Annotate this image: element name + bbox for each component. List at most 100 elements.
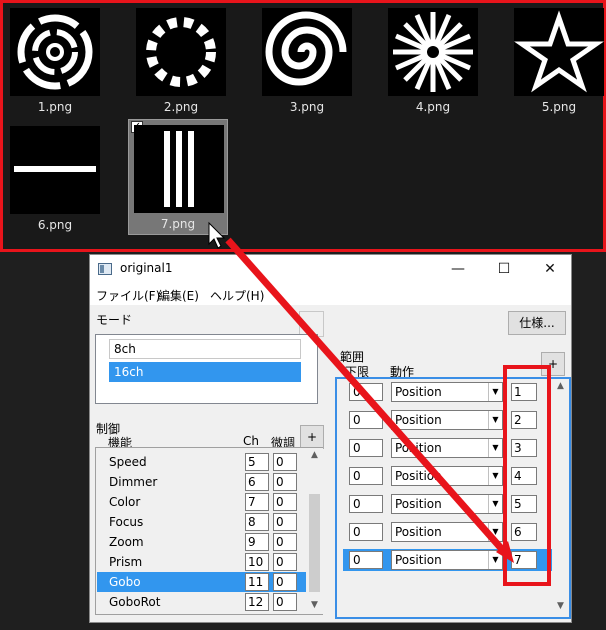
action-value: Position xyxy=(395,413,442,427)
thumbnail-6[interactable]: 6.png xyxy=(5,121,105,237)
scroll-down-icon[interactable]: ▼ xyxy=(552,601,569,611)
action-value: Position xyxy=(395,385,442,399)
chevron-down-icon[interactable]: ▼ xyxy=(488,551,502,569)
control-row[interactable]: Dimmer 6 0 xyxy=(97,472,307,492)
chevron-down-icon[interactable]: ▼ xyxy=(488,439,502,457)
control-fine-input[interactable]: 0 xyxy=(273,493,297,511)
range-low-input[interactable]: 0 xyxy=(349,523,383,541)
chevron-down-icon[interactable]: ▼ xyxy=(488,383,502,401)
scroll-thumb[interactable] xyxy=(309,494,320,592)
control-ch-input[interactable]: 12 xyxy=(245,593,269,611)
control-name: Dimmer xyxy=(109,475,158,489)
action-select[interactable]: Position ▼ xyxy=(391,550,503,570)
thumbnail-2[interactable]: 2.png xyxy=(131,3,231,119)
range-low-input[interactable]: 0 xyxy=(349,383,383,401)
thumbnail-label: 6.png xyxy=(37,218,73,232)
dotted-ring-gobo-icon xyxy=(136,8,226,96)
highlight-box xyxy=(503,365,551,586)
control-fine-input[interactable]: 0 xyxy=(273,533,297,551)
control-ch-input[interactable]: 6 xyxy=(245,473,269,491)
range-low-input[interactable]: 0 xyxy=(349,467,383,485)
action-select[interactable]: Position ▼ xyxy=(391,410,503,430)
menu-edit[interactable]: 編集(E) xyxy=(158,287,199,304)
control-fine-input[interactable]: 0 xyxy=(273,573,297,591)
close-button[interactable]: ✕ xyxy=(527,255,573,283)
control-fine-input[interactable]: 0 xyxy=(273,453,297,471)
star-gobo-icon xyxy=(514,8,604,96)
control-ch-input[interactable]: 8 xyxy=(245,513,269,531)
mode-item-16ch[interactable]: 16ch xyxy=(109,362,301,382)
control-name: Focus xyxy=(109,515,144,529)
mode-item-8ch[interactable]: 8ch xyxy=(109,339,301,359)
action-value: Position xyxy=(395,497,442,511)
control-list[interactable]: Speed 5 0 Dimmer 6 0 Color 7 0 Focus 8 0 Zoom 9 0 Prism… xyxy=(95,447,323,615)
file-explorer-panel: 1.png 2.png 3.png 4.png 5.png 6.png 7.pn… xyxy=(0,0,606,252)
three-vertical-bars-gobo-icon xyxy=(134,125,224,213)
control-scrollbar[interactable]: ▲ ▼ xyxy=(306,448,323,614)
control-ch-input[interactable]: 7 xyxy=(245,493,269,511)
minimize-button[interactable]: — xyxy=(435,255,481,283)
control-ch-input[interactable]: 10 xyxy=(245,553,269,571)
scroll-down-icon[interactable]: ▼ xyxy=(306,600,323,610)
control-name: GoboRot xyxy=(109,595,161,609)
control-add-button[interactable]: + xyxy=(300,425,324,449)
horizontal-line-gobo-icon xyxy=(10,126,100,214)
action-select[interactable]: Position ▼ xyxy=(391,466,503,486)
action-select[interactable]: Position ▼ xyxy=(391,382,503,402)
action-select[interactable]: Position ▼ xyxy=(391,494,503,514)
window-title: original1 xyxy=(120,261,173,275)
thumbnail-1[interactable]: 1.png xyxy=(5,3,105,119)
control-name: Speed xyxy=(109,455,147,469)
chevron-down-icon[interactable]: ▼ xyxy=(488,467,502,485)
maximize-button[interactable]: ☐ xyxy=(481,255,527,283)
control-row[interactable]: GoboRot 12 0 xyxy=(97,592,307,612)
control-fine-input[interactable]: 0 xyxy=(273,513,297,531)
app-icon xyxy=(98,263,112,275)
control-fine-input[interactable]: 0 xyxy=(273,593,297,611)
chevron-down-icon[interactable]: ▼ xyxy=(488,523,502,541)
thumbnail-label: 1.png xyxy=(37,100,73,114)
control-ch-input[interactable]: 11 xyxy=(245,573,269,591)
thumbnail-4[interactable]: 4.png xyxy=(383,3,483,119)
thumbnail-3[interactable]: 3.png xyxy=(257,3,357,119)
range-scrollbar[interactable]: ▲ ▼ xyxy=(552,379,569,617)
control-header-ch: Ch xyxy=(243,434,259,448)
control-row[interactable]: Gobo 11 0 xyxy=(97,572,307,592)
range-low-input[interactable]: 0 xyxy=(349,439,383,457)
app-window: original1 — ☐ ✕ ファイル(F) 編集(E) ヘルプ(H) モード… xyxy=(89,254,572,623)
thumbnail-label: 3.png xyxy=(289,100,325,114)
menu-file[interactable]: ファイル(F) xyxy=(96,287,160,304)
thumbnail-label: 5.png xyxy=(541,100,577,114)
control-ch-input[interactable]: 5 xyxy=(245,453,269,471)
mode-list[interactable]: 8ch 16ch xyxy=(95,334,318,404)
range-low-input[interactable]: 0 xyxy=(349,551,383,569)
scroll-up-icon[interactable]: ▲ xyxy=(306,450,323,460)
menu-help[interactable]: ヘルプ(H) xyxy=(210,287,264,304)
control-row[interactable]: Prism 10 0 xyxy=(97,552,307,572)
control-row[interactable]: Zoom 9 0 xyxy=(97,532,307,552)
action-select[interactable]: Position ▼ xyxy=(391,438,503,458)
control-row[interactable]: Focus 8 0 xyxy=(97,512,307,532)
scroll-up-icon[interactable]: ▲ xyxy=(552,381,569,391)
chevron-down-icon[interactable]: ▼ xyxy=(488,411,502,429)
thumbnail-5[interactable]: 5.png xyxy=(509,3,606,119)
control-name: Gobo xyxy=(109,575,141,589)
thumbnail-label: 4.png xyxy=(415,100,451,114)
spec-button[interactable]: 仕様... xyxy=(508,311,566,335)
chevron-down-icon[interactable]: ▼ xyxy=(488,495,502,513)
control-name: Zoom xyxy=(109,535,144,549)
control-ch-input[interactable]: 9 xyxy=(245,533,269,551)
control-row[interactable]: Speed 5 0 xyxy=(97,452,307,472)
action-value: Position xyxy=(395,441,442,455)
control-fine-input[interactable]: 0 xyxy=(273,553,297,571)
spiral-gobo-icon xyxy=(262,8,352,96)
thumbnail-7[interactable]: ✓ 7.png xyxy=(128,119,228,235)
mode-label: モード xyxy=(96,313,133,327)
range-low-input[interactable]: 0 xyxy=(349,411,383,429)
control-row[interactable]: Color 7 0 xyxy=(97,492,307,512)
action-select[interactable]: Position ▼ xyxy=(391,522,503,542)
range-low-input[interactable]: 0 xyxy=(349,495,383,513)
action-value: Position xyxy=(395,553,442,567)
control-fine-input[interactable]: 0 xyxy=(273,473,297,491)
title-bar[interactable]: original1 — ☐ ✕ xyxy=(90,255,571,283)
